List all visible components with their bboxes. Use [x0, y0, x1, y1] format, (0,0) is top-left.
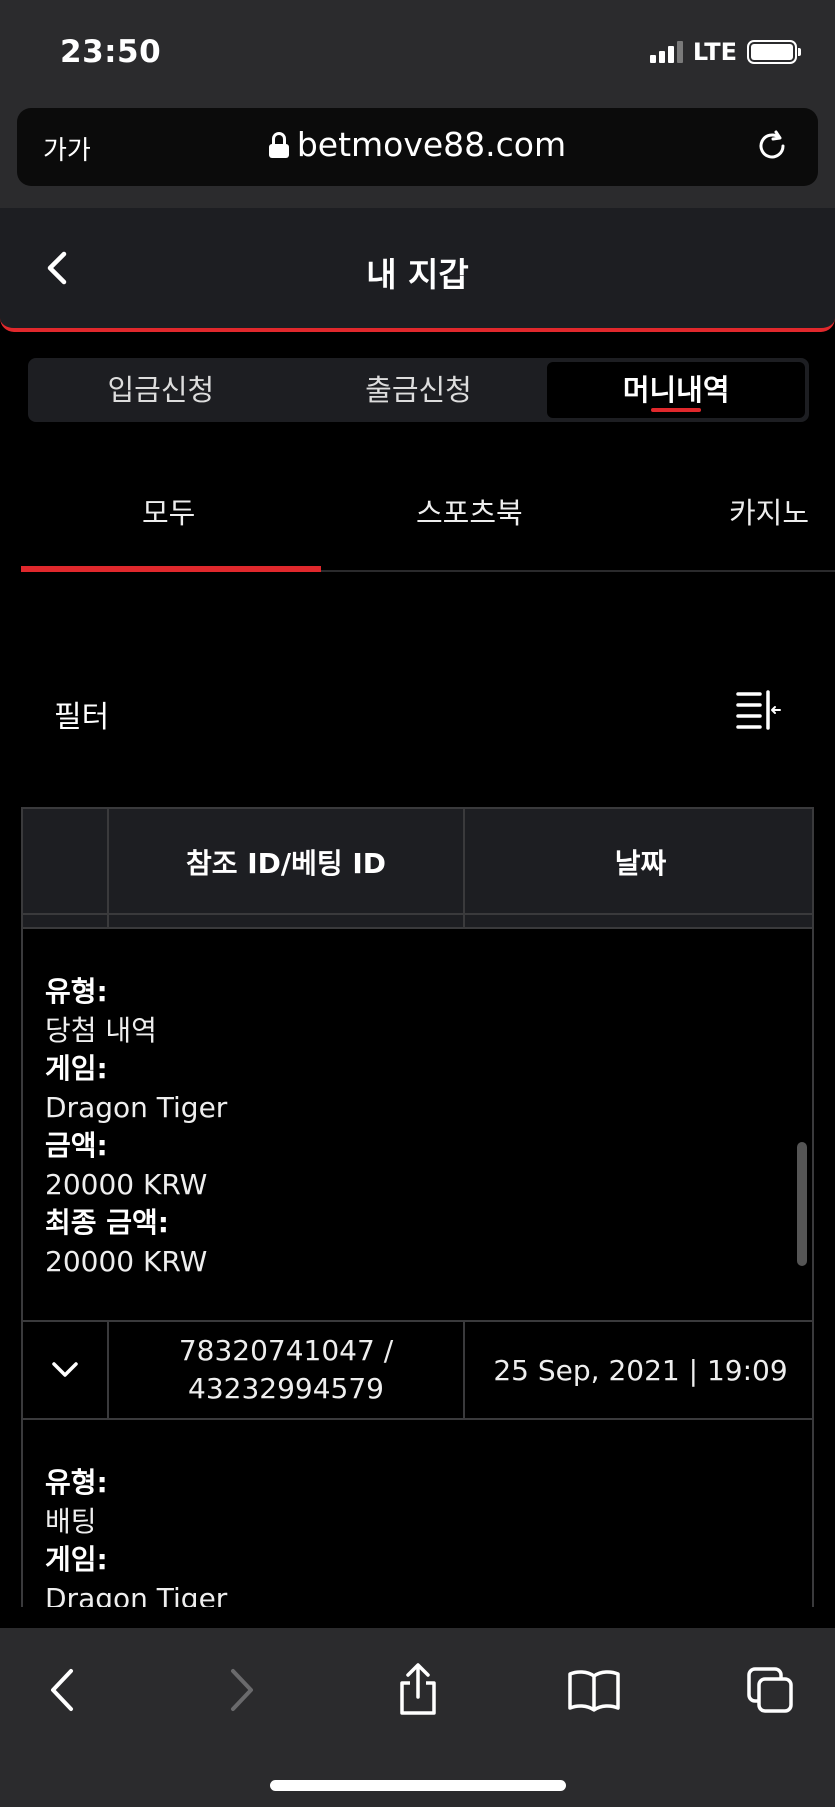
- detail-type-label: 유형:: [45, 975, 108, 1008]
- tab-sportsbook[interactable]: 스포츠북: [416, 490, 523, 532]
- history-table: 참조 ID/베팅 ID 날짜 유형: 당첨 내역 게임: Dragon Tige…: [21, 807, 814, 1607]
- tab-all[interactable]: 모두: [142, 490, 195, 532]
- segment-money-history[interactable]: 머니내역: [547, 362, 806, 418]
- lock-icon: [268, 131, 289, 158]
- battery-icon: [747, 40, 801, 64]
- table-row[interactable]: 78320741047 / 43232994579 25 Sep, 2021 |…: [23, 1320, 812, 1420]
- reference-id: 78320741047 /: [178, 1334, 394, 1367]
- table-row-stub: [23, 915, 812, 929]
- reload-icon[interactable]: [754, 128, 790, 164]
- tabs-button[interactable]: [740, 1660, 800, 1720]
- table-header: 참조 ID/베팅 ID 날짜: [23, 807, 812, 915]
- tabs-icon: [747, 1667, 793, 1713]
- category-tabs: 모두 스포츠북 카지노: [21, 480, 835, 572]
- home-indicator: [270, 1780, 566, 1791]
- detail-amount-label: 금액:: [45, 1129, 108, 1162]
- signal-icon: [649, 41, 683, 63]
- status-indicators: LTE: [649, 38, 801, 66]
- detail-game-value: Dragon Tiger: [45, 1090, 228, 1124]
- app-header: 내 지갑: [0, 208, 835, 332]
- book-icon: [568, 1670, 620, 1712]
- detail-game-label: 게임:: [45, 1052, 108, 1085]
- filter-icon[interactable]: [736, 690, 782, 730]
- active-tab-indicator: [21, 566, 321, 572]
- bet-id: 43232994579: [188, 1372, 384, 1405]
- share-icon: [400, 1663, 436, 1715]
- detail-game-label: 게임:: [45, 1543, 108, 1576]
- detail-type-value: 배팅: [45, 1504, 97, 1538]
- share-button[interactable]: [388, 1660, 448, 1720]
- browser-toolbar: [0, 1628, 835, 1807]
- browser-back-button[interactable]: [32, 1660, 92, 1720]
- detail-type-label: 유형:: [45, 1466, 108, 1499]
- bookmarks-button[interactable]: [564, 1660, 624, 1720]
- date-cell: 25 Sep, 2021 | 19:09: [493, 1353, 788, 1387]
- url-display[interactable]: betmove88.com: [17, 125, 818, 164]
- detail-type-value: 당첨 내역: [45, 1013, 157, 1047]
- row-detail: 유형: 당첨 내역 게임: Dragon Tiger 금액: 20000 KRW…: [45, 973, 227, 1281]
- network-type: LTE: [692, 38, 737, 66]
- scrollbar[interactable]: [797, 1142, 807, 1266]
- column-header-date: 날짜: [614, 847, 667, 880]
- detail-game-value: Dragon Tiger: [45, 1581, 228, 1608]
- reference-cell: 78320741047 / 43232994579: [109, 1322, 463, 1418]
- browser-forward-button[interactable]: [212, 1660, 272, 1720]
- expand-toggle[interactable]: [23, 1322, 107, 1418]
- wallet-segments: 입금신청 출금신청 머니내역: [28, 358, 809, 422]
- status-bar: 23:50 LTE: [0, 0, 835, 108]
- forward-arrow-icon: [231, 1669, 253, 1711]
- segment-deposit[interactable]: 입금신청: [32, 362, 290, 418]
- detail-final-label: 최종 금액:: [45, 1206, 169, 1239]
- row-detail: 유형: 배팅 게임: Dragon Tiger: [45, 1464, 227, 1607]
- url-text: betmove88.com: [296, 125, 567, 164]
- detail-amount-value: 20000 KRW: [45, 1167, 208, 1201]
- filter-label: 필터: [54, 700, 110, 735]
- detail-final-value: 20000 KRW: [45, 1244, 208, 1278]
- segment-withdraw[interactable]: 출금신청: [290, 362, 548, 418]
- chevron-down-icon: [52, 1362, 78, 1377]
- status-time: 23:50: [60, 34, 162, 70]
- tab-casino[interactable]: 카지노: [729, 490, 809, 532]
- column-header-reference: 참조 ID/베팅 ID: [185, 847, 387, 880]
- back-arrow-icon: [51, 1669, 73, 1711]
- browser-bar: 가가 betmove88.com: [0, 108, 835, 208]
- address-bar[interactable]: 가가 betmove88.com: [17, 108, 818, 186]
- page-title: 내 지갑: [366, 255, 469, 294]
